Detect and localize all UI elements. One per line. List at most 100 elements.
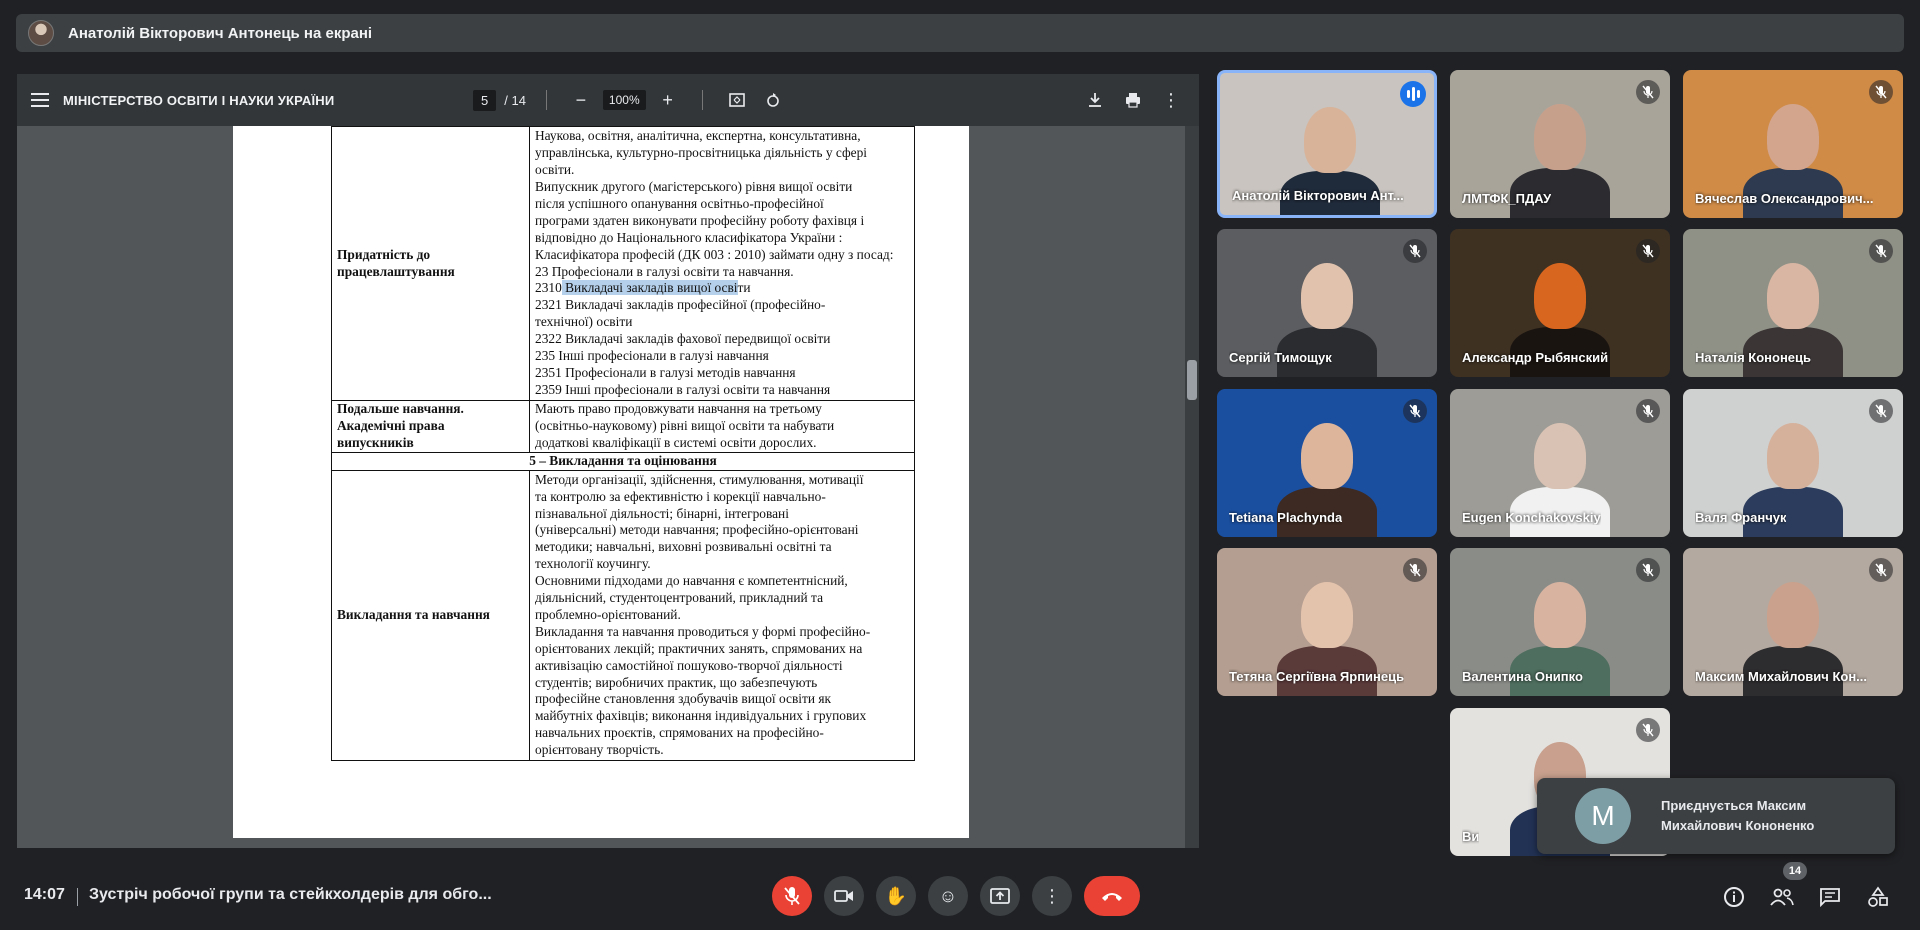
participant-video-face <box>1301 263 1353 329</box>
leave-call-button[interactable] <box>1084 876 1140 916</box>
more-vert-icon[interactable]: ⋮ <box>1157 86 1185 114</box>
shared-pdf-viewer: МІНІСТЕРСТВО ОСВІТИ І НАУКИ УКРАЇНИ 5 / … <box>17 74 1199 848</box>
participant-tile[interactable]: Tetiana Plachynda <box>1217 389 1437 537</box>
participant-video-face <box>1767 263 1819 329</box>
mic-off-icon <box>784 887 800 905</box>
pdf-title: МІНІСТЕРСТВО ОСВІТИ І НАУКИ УКРАЇНИ <box>63 92 335 108</box>
join-line-2: Михайлович Кононенко <box>1661 818 1815 833</box>
camera-toggle-button[interactable] <box>824 876 864 916</box>
text-line: студентів; виробничих практик, що забезп… <box>535 674 818 690</box>
participant-tile[interactable]: Валентина Онипко <box>1450 548 1670 696</box>
text-line: 2359 Інші професіонали в галузі освіти т… <box>535 381 831 397</box>
page-number-input[interactable]: 5 <box>473 89 497 111</box>
text-line: 2322 Викладачі закладів фахової передвищ… <box>535 331 831 347</box>
participant-name: Tetiana Plachynda <box>1229 510 1343 525</box>
emoji-icon: ☺ <box>938 885 958 906</box>
mic-off-icon <box>1636 558 1660 582</box>
text-line: орієнтовану творчість. <box>535 742 664 758</box>
activities-button[interactable] <box>1863 882 1893 912</box>
participant-video-face <box>1534 263 1586 329</box>
fit-page-icon[interactable] <box>723 86 751 114</box>
text-line: 23 Професіонали в галузі освіти та навча… <box>535 263 794 279</box>
zoom-out-icon[interactable]: − <box>567 86 595 114</box>
zoom-level-input[interactable]: 100% <box>602 90 646 110</box>
zoom-in-icon[interactable]: + <box>654 86 682 114</box>
pdf-page-area[interactable]: Придатність до працевлаштування Наукова, … <box>17 126 1199 848</box>
mic-off-icon <box>1869 558 1893 582</box>
participant-video-face <box>1301 582 1353 648</box>
meeting-details-button[interactable] <box>1719 882 1749 912</box>
camera-icon <box>834 890 853 902</box>
text-line: Методи організації, здійснення, стимулюв… <box>535 471 864 487</box>
meeting-controls-bar: 14:07 Зустріч робочої групи та стейкхолд… <box>0 866 1920 930</box>
participant-name: Максим Михайлович Кон... <box>1695 669 1868 684</box>
text-line: 2351 Професіонали в галузі методів навча… <box>535 364 796 380</box>
participant-name: Анатолій Вікторович Ант... <box>1232 188 1404 203</box>
participant-tile[interactable]: ЛМТФК_ПДАУ <box>1450 70 1670 218</box>
bar-divider <box>77 888 78 906</box>
people-icon <box>1770 888 1794 906</box>
section-heading: 5 – Викладання та оцінювання <box>331 452 915 471</box>
text-line: технічної) освіти <box>535 314 633 330</box>
table-row: Придатність до працевлаштування Наукова, … <box>331 126 915 401</box>
more-vert-icon: ⋮ <box>1043 885 1061 906</box>
participant-tile[interactable]: Eugen Konchakovskiy <box>1450 389 1670 537</box>
text-line: Мають право продовжувати навчання на тре… <box>535 401 822 417</box>
participant-video-face <box>1534 104 1586 170</box>
participant-tile[interactable]: Анатолій Вікторович Ант... <box>1217 70 1437 218</box>
menu-icon[interactable] <box>31 93 49 107</box>
text-line: (універсальні) методи навчання; професій… <box>535 522 859 538</box>
participant-name: Валя Франчук <box>1695 510 1787 525</box>
text-segment: 2310 <box>535 280 562 296</box>
text-line: Викладання та навчання проводиться у фор… <box>535 623 871 639</box>
participant-tile[interactable]: Наталія Кононець <box>1683 229 1903 377</box>
hand-icon: ✋ <box>884 885 908 906</box>
join-line-1: Приєднується Максим <box>1661 798 1807 813</box>
text-line: Випускник другого (магістерського) рівня… <box>535 178 853 194</box>
raise-hand-button[interactable]: ✋ <box>876 876 916 916</box>
text-line: (освітньо-науковому) рівні вищої освіти … <box>535 418 835 434</box>
participant-name: Александр Рыбянский <box>1462 350 1609 365</box>
pdf-scrollbar[interactable] <box>1185 126 1199 848</box>
row-content: Мають право продовжувати навчання на тре… <box>529 400 915 453</box>
participant-video-face <box>1304 107 1356 173</box>
presenter-banner: Анатолій Вікторович Антонець на екрані <box>16 14 1904 52</box>
participant-name: Валентина Онипко <box>1462 669 1583 684</box>
reactions-button[interactable]: ☺ <box>928 876 968 916</box>
download-icon[interactable] <box>1081 86 1109 114</box>
participant-video-face <box>1767 423 1819 489</box>
text-line: Основними підходами до навчання є компет… <box>535 573 848 589</box>
text-line: Класифікатора професій (ДК 003 : 2010) з… <box>535 246 894 262</box>
text-line: технології коучингу. <box>535 556 651 572</box>
text-line: освіти. <box>535 162 575 178</box>
mic-toggle-button[interactable] <box>772 876 812 916</box>
scrollbar-thumb[interactable] <box>1187 360 1197 400</box>
rotate-icon[interactable] <box>759 86 787 114</box>
participant-tile[interactable]: Максим Михайлович Кон... <box>1683 548 1903 696</box>
text-line: управлінська, культурно-просвітницька ді… <box>535 145 868 161</box>
mic-off-icon <box>1636 80 1660 104</box>
more-options-button[interactable]: ⋮ <box>1032 876 1072 916</box>
text-line: Наукова, освітня, аналітична, експертна,… <box>535 128 861 144</box>
meeting-title[interactable]: Зустріч робочої групи та стейкхолдерів д… <box>89 886 492 904</box>
text-line: відповідно до Національного класифікатор… <box>535 229 843 245</box>
chat-button[interactable] <box>1815 882 1845 912</box>
mic-off-icon <box>1636 718 1660 742</box>
participant-tile[interactable]: Тетяна Сергіївна Ярпинець <box>1217 548 1437 696</box>
participant-video-face <box>1534 423 1586 489</box>
selected-text: Викладачі закладів вищої осві <box>561 280 738 296</box>
participant-tile[interactable]: Вячеслав Олександрович... <box>1683 70 1903 218</box>
participant-tile[interactable]: Валя Франчук <box>1683 389 1903 537</box>
pdf-toolbar: МІНІСТЕРСТВО ОСВІТИ І НАУКИ УКРАЇНИ 5 / … <box>17 74 1199 126</box>
page-total: / 14 <box>504 92 526 108</box>
table-row: Подальше навчання. Академічні права випу… <box>331 400 915 453</box>
participant-tile[interactable]: Александр Рыбянский <box>1450 229 1670 377</box>
pdf-page-controls: 5 / 14 − 100% + <box>473 74 787 126</box>
pdf-actions: ⋮ <box>1081 74 1185 126</box>
present-screen-button[interactable] <box>980 876 1020 916</box>
mic-off-icon <box>1636 239 1660 263</box>
text-line: проблемно-орієнтований. <box>535 606 681 622</box>
participant-tile[interactable]: Сергій Тимощук <box>1217 229 1437 377</box>
print-icon[interactable] <box>1119 86 1147 114</box>
participants-button[interactable] <box>1767 882 1797 912</box>
